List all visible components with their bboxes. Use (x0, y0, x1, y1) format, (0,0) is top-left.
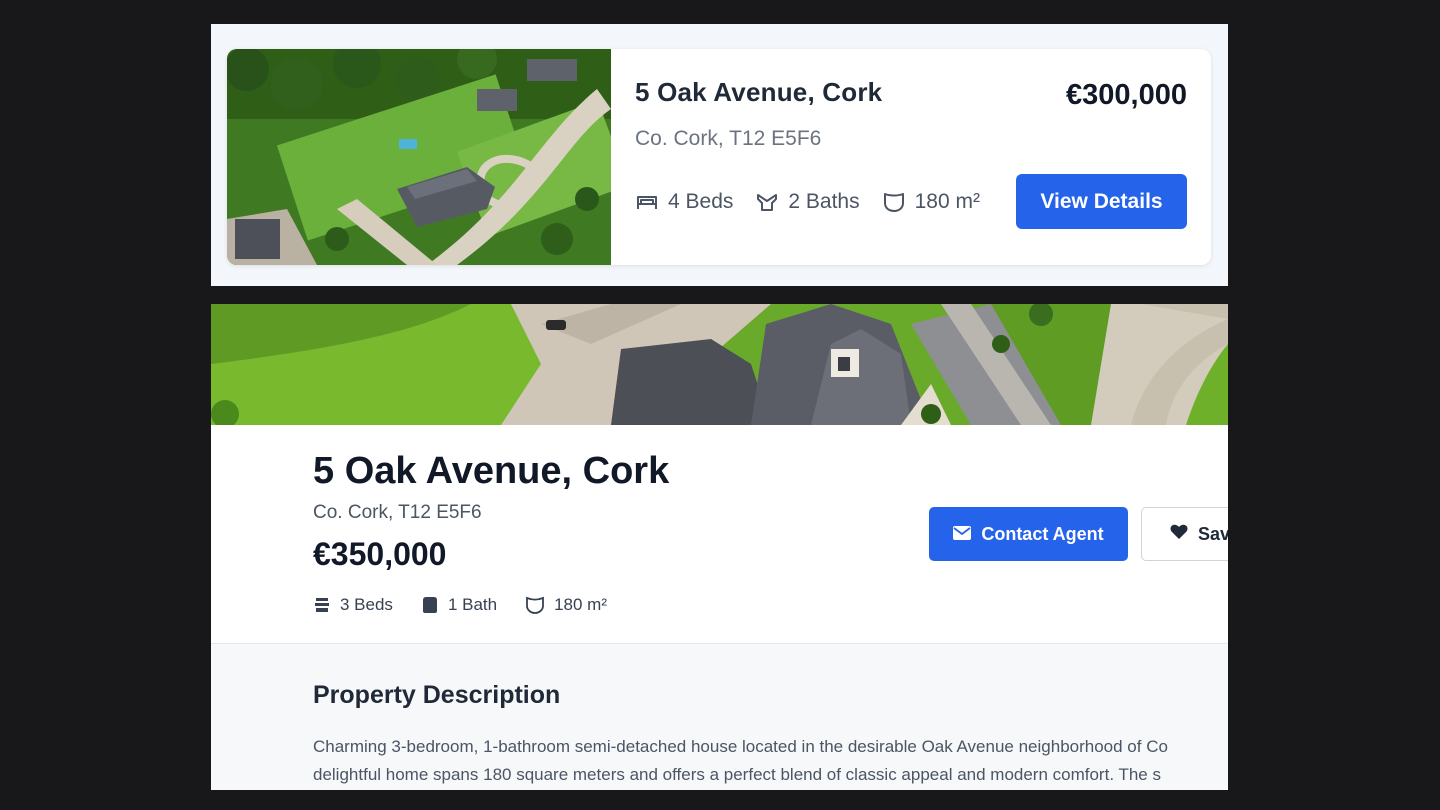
envelope-icon (953, 524, 972, 545)
contact-agent-button[interactable]: Contact Agent (929, 507, 1128, 561)
card-beds: 4 Beds (635, 190, 733, 214)
card-specs: 4 Beds 2 Baths 180 m² (635, 187, 980, 217)
card-beds-label: 4 Beds (668, 190, 734, 213)
property-price: €350,000 (313, 536, 447, 572)
property-location: Co. Cork, T12 E5F6 (313, 502, 482, 523)
card-baths-label: 2 Baths (788, 190, 860, 213)
property-thumbnail[interactable] (227, 49, 611, 265)
listing-panel: 5 Oak Avenue, Cork Co. Cork, T12 E5F6 €3… (211, 24, 1228, 286)
detail-beds-label: 3 Beds (340, 595, 393, 614)
save-label: Save (1198, 523, 1228, 544)
bed-icon (635, 192, 659, 212)
hero-image (211, 304, 1228, 425)
property-specs: 3 Beds 1 Bath 180 m² (313, 593, 607, 617)
card-baths: 2 Baths (755, 190, 860, 214)
bath-icon (421, 596, 439, 614)
area-icon (882, 191, 906, 213)
card-price: €300,000 (1066, 79, 1187, 111)
bath-icon (755, 191, 779, 213)
card-address[interactable]: 5 Oak Avenue, Cork (635, 77, 882, 108)
detail-area: 180 m² (525, 595, 607, 615)
property-detail-page: 5 Oak Avenue, Cork Co. Cork, T12 E5F6 €3… (211, 304, 1228, 790)
card-area: 180 m² (882, 190, 980, 214)
page-title: 5 Oak Avenue, Cork (313, 450, 670, 492)
property-card[interactable]: 5 Oak Avenue, Cork Co. Cork, T12 E5F6 €3… (227, 49, 1211, 265)
detail-beds: 3 Beds (313, 595, 393, 615)
description-line: delightful home spans 180 square meters … (313, 765, 1161, 784)
view-details-button[interactable]: View Details (1016, 174, 1187, 229)
save-button[interactable]: Save (1141, 507, 1228, 561)
description-heading: Property Description (313, 681, 561, 709)
card-location: Co. Cork, T12 E5F6 (635, 127, 822, 150)
area-icon (525, 596, 545, 614)
description-text: Charming 3-bedroom, 1-bathroom semi-deta… (313, 733, 1228, 789)
detail-baths-label: 1 Bath (447, 595, 498, 614)
description-line: Charming 3-bedroom, 1-bathroom semi-deta… (313, 737, 1168, 756)
detail-baths: 1 Bath (421, 595, 497, 615)
heart-icon (1170, 524, 1188, 545)
bed-icon (313, 596, 331, 614)
description-section: Property Description Charming 3-bedroom,… (211, 643, 1228, 790)
detail-area-label: 180 m² (554, 595, 608, 614)
contact-agent-label: Contact Agent (981, 523, 1104, 544)
card-area-label: 180 m² (914, 190, 980, 213)
